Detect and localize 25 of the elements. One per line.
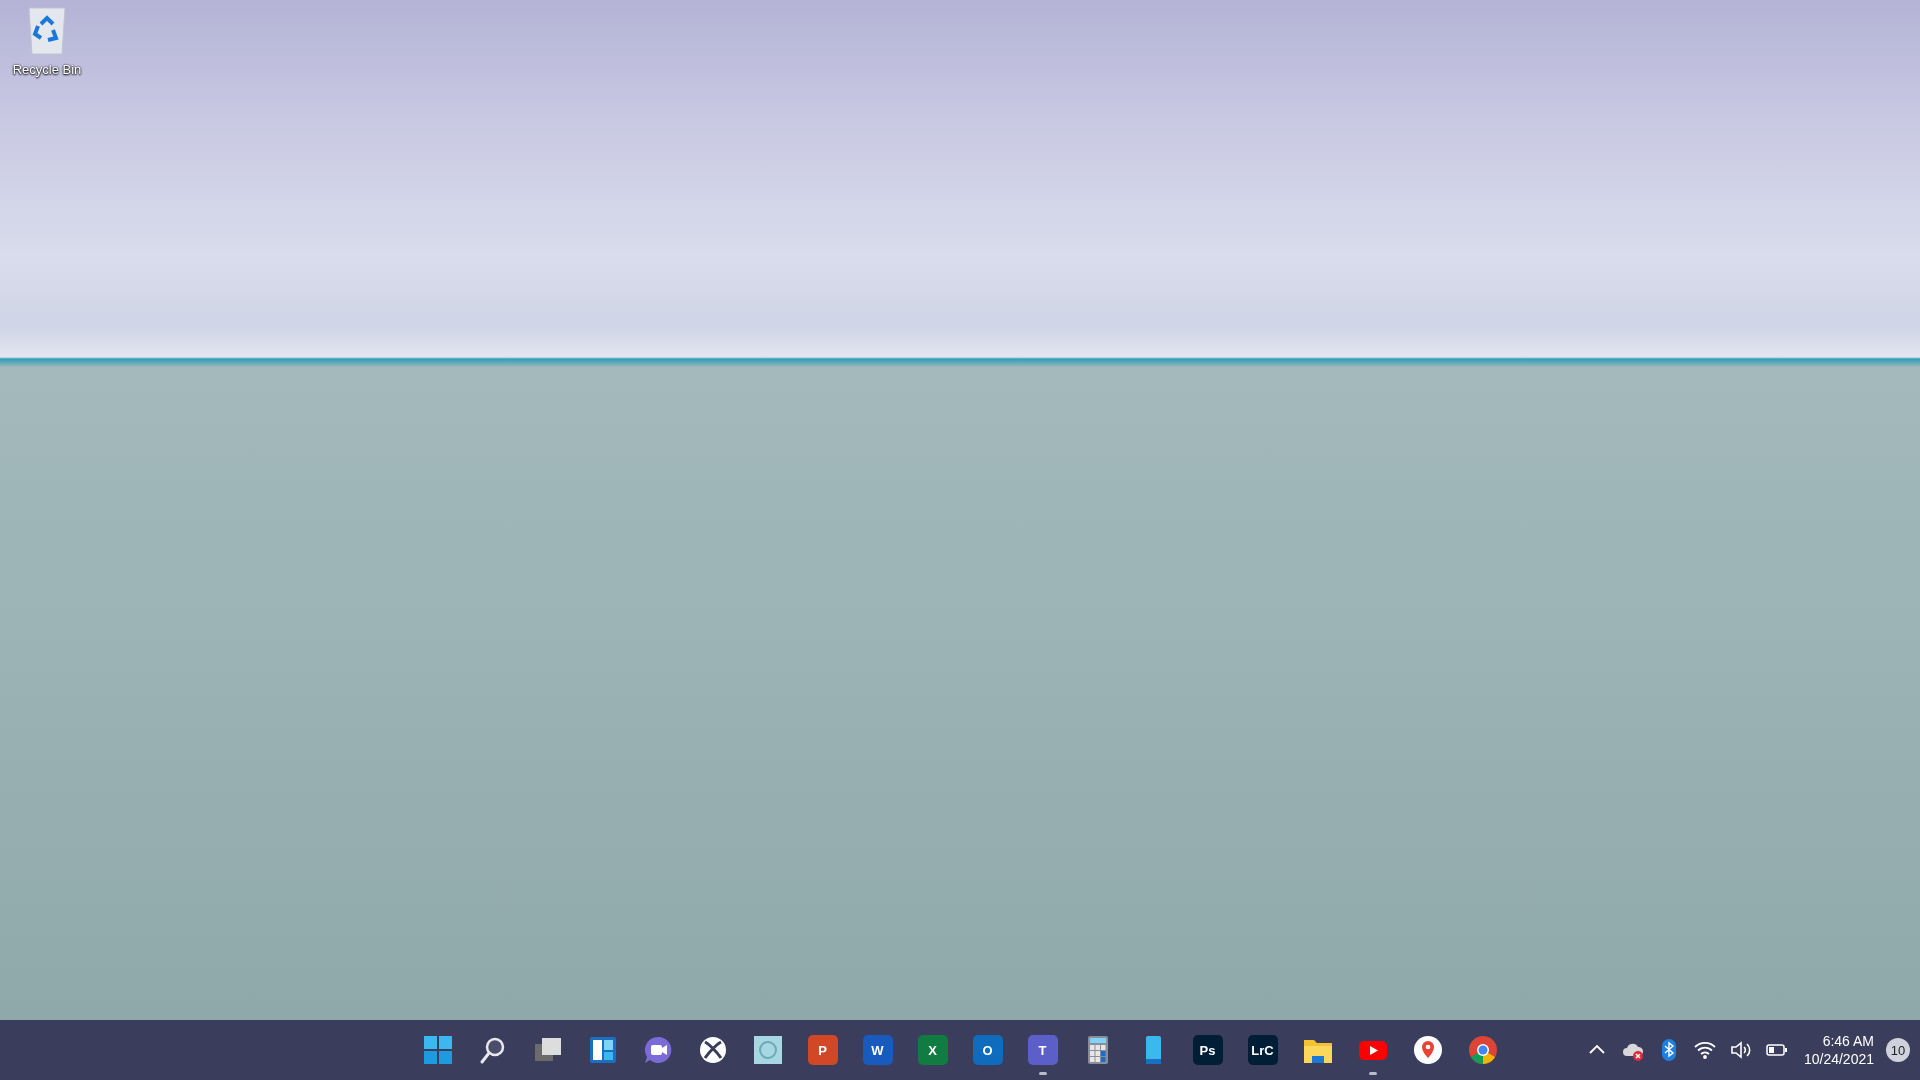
taskbar-app-button[interactable]: LrC xyxy=(1235,1022,1290,1078)
taskbar-app-button[interactable]: Ps xyxy=(1180,1022,1235,1078)
taskbar-app-button[interactable]: T xyxy=(1015,1022,1070,1078)
windows-logo-icon xyxy=(422,1035,453,1065)
app-tile-icon xyxy=(752,1035,783,1065)
app-tile: P xyxy=(807,1035,838,1065)
xbox-icon xyxy=(697,1035,728,1065)
map-pin-icon xyxy=(1412,1035,1443,1065)
app-tile: T xyxy=(1027,1035,1058,1065)
taskbar-app-button[interactable]: W xyxy=(850,1022,905,1078)
video-chat-icon xyxy=(642,1035,673,1065)
clock-button[interactable]: 6:46 AM 10/24/2021 xyxy=(1797,1032,1880,1068)
browser-icon xyxy=(1467,1035,1498,1065)
app-tile: Ps xyxy=(1192,1035,1223,1065)
taskbar-app-button[interactable]: O xyxy=(960,1022,1015,1078)
app-tile: W xyxy=(862,1035,893,1065)
notification-count[interactable]: 10 xyxy=(1886,1038,1910,1062)
taskbar-app-button[interactable]: X xyxy=(905,1022,960,1078)
taskbar-app-button[interactable]: P xyxy=(795,1022,850,1078)
app-tile: O xyxy=(972,1035,1003,1065)
recycle-bin-icon[interactable] xyxy=(25,6,69,58)
desktop-icon-label: Recycle Bin xyxy=(12,62,82,77)
widgets-icon xyxy=(587,1035,618,1065)
app-tile: X xyxy=(917,1035,948,1065)
app-tile: LrC xyxy=(1247,1035,1278,1065)
